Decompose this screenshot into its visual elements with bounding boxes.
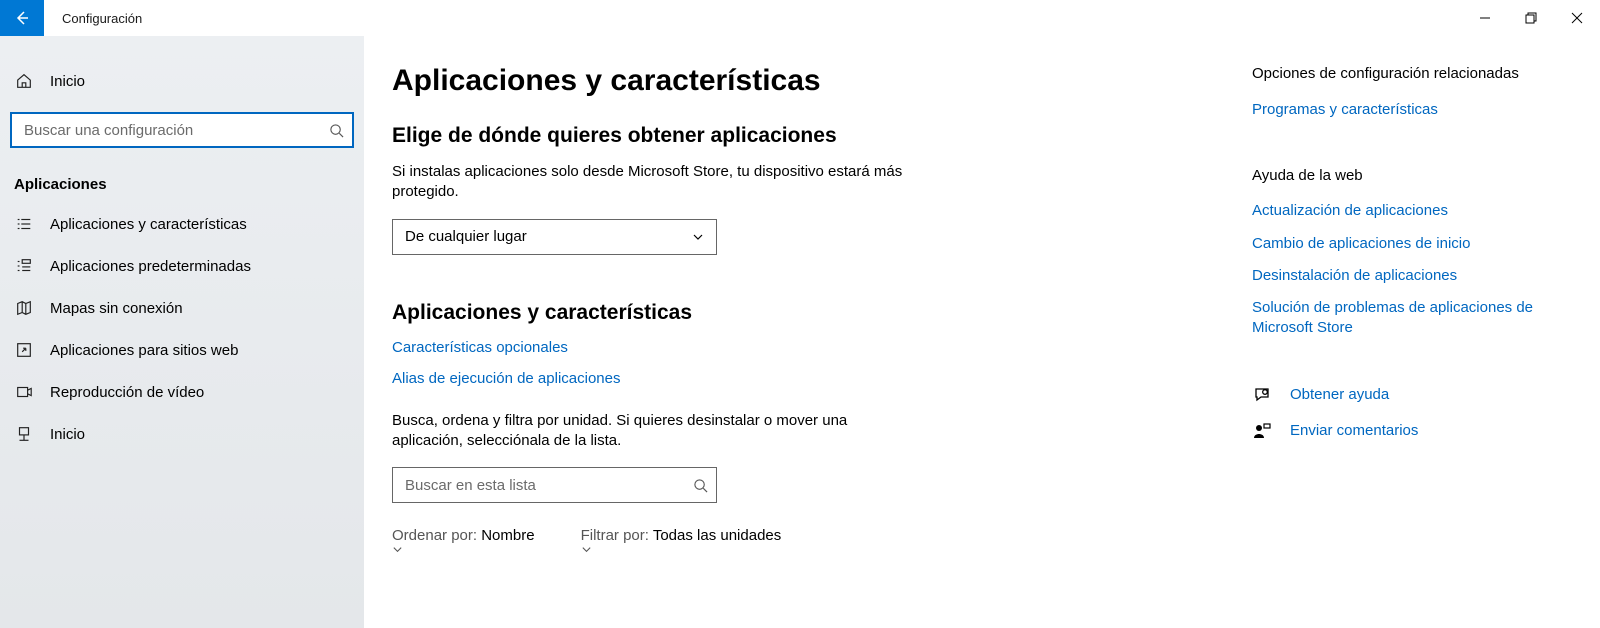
sidebar-item-default-apps[interactable]: Aplicaciones predeterminadas bbox=[0, 245, 364, 287]
list-icon bbox=[14, 214, 34, 234]
sidebar-item-label: Reproducción de vídeo bbox=[50, 384, 204, 401]
maximize-button[interactable] bbox=[1508, 0, 1554, 36]
get-help-link[interactable]: Obtener ayuda bbox=[1252, 385, 1552, 405]
search-body: Busca, ordena y filtra por unidad. Si qu… bbox=[392, 411, 912, 452]
startup-icon bbox=[14, 424, 34, 444]
sidebar-item-label: Aplicaciones para sitios web bbox=[50, 342, 238, 359]
web-help-link[interactable]: Desinstalación de aplicaciones bbox=[1252, 266, 1552, 286]
web-help-link[interactable]: Solución de problemas de aplicaciones de… bbox=[1252, 298, 1552, 339]
source-body: Si instalas aplicaciones solo desde Micr… bbox=[392, 162, 932, 203]
video-icon bbox=[14, 382, 34, 402]
search-input[interactable] bbox=[12, 114, 352, 146]
content: Inicio Aplicaciones Aplicaciones y carac… bbox=[0, 36, 1600, 628]
search-icon bbox=[693, 478, 708, 493]
sort-filter-row: Ordenar por: Nombre Filtrar por: Todas l… bbox=[392, 527, 1232, 555]
support-group: Obtener ayuda Enviar comentarios bbox=[1252, 385, 1552, 441]
web-help-group: Ayuda de la web Actualización de aplicac… bbox=[1252, 166, 1552, 339]
execution-alias-link[interactable]: Alias de ejecución de aplicaciones bbox=[392, 370, 1232, 387]
sidebar-item-apps-features[interactable]: Aplicaciones y características bbox=[0, 203, 364, 245]
sort-label: Ordenar por: bbox=[392, 527, 477, 544]
sidebar-home-label: Inicio bbox=[50, 73, 85, 90]
map-icon bbox=[14, 298, 34, 318]
app-source-value: De cualquier lugar bbox=[405, 228, 527, 245]
page-title: Aplicaciones y características bbox=[392, 64, 1232, 98]
web-help-link[interactable]: Actualización de aplicaciones bbox=[1252, 201, 1552, 221]
sidebar-item-video-playback[interactable]: Reproducción de vídeo bbox=[0, 371, 364, 413]
sidebar-item-label: Inicio bbox=[50, 426, 85, 443]
maximize-icon bbox=[1525, 12, 1537, 24]
sidebar-item-label: Mapas sin conexión bbox=[50, 300, 183, 317]
close-icon bbox=[1571, 12, 1583, 24]
defaults-icon bbox=[14, 256, 34, 276]
search-icon bbox=[329, 123, 344, 138]
main: Aplicaciones y características Elige de … bbox=[364, 36, 1600, 628]
sort-dropdown[interactable]: Ordenar por: Nombre bbox=[392, 527, 541, 555]
sidebar-item-label: Aplicaciones predeterminadas bbox=[50, 258, 251, 275]
optional-features-link[interactable]: Características opcionales bbox=[392, 339, 1232, 356]
filter-label: Filtrar por: bbox=[581, 527, 649, 544]
get-help-label: Obtener ayuda bbox=[1290, 386, 1389, 403]
sidebar-section-label: Aplicaciones bbox=[0, 158, 364, 203]
sidebar-item-apps-for-websites[interactable]: Aplicaciones para sitios web bbox=[0, 329, 364, 371]
filter-value: Todas las unidades bbox=[653, 527, 781, 544]
sidebar-home[interactable]: Inicio bbox=[0, 60, 364, 102]
open-in-icon bbox=[14, 340, 34, 360]
home-icon bbox=[14, 71, 34, 91]
person-feedback-icon bbox=[1252, 421, 1272, 441]
sidebar-item-startup[interactable]: Inicio bbox=[0, 413, 364, 455]
related-heading: Opciones de configuración relacionadas bbox=[1252, 64, 1552, 84]
chevron-down-icon bbox=[692, 231, 704, 243]
main-right: Opciones de configuración relacionadas P… bbox=[1232, 64, 1552, 628]
filter-dropdown[interactable]: Filtrar por: Todas las unidades bbox=[581, 527, 788, 555]
source-heading: Elige de dónde quieres obtener aplicacio… bbox=[392, 124, 1232, 148]
list-search[interactable] bbox=[392, 467, 717, 503]
window-controls bbox=[1462, 0, 1600, 36]
back-button[interactable] bbox=[0, 0, 44, 36]
chevron-down-icon bbox=[392, 544, 541, 555]
sidebar-item-offline-maps[interactable]: Mapas sin conexión bbox=[0, 287, 364, 329]
app-source-select[interactable]: De cualquier lugar bbox=[392, 219, 717, 255]
sidebar-search[interactable] bbox=[10, 112, 354, 148]
sidebar: Inicio Aplicaciones Aplicaciones y carac… bbox=[0, 36, 364, 628]
sidebar-item-label: Aplicaciones y características bbox=[50, 216, 247, 233]
programs-features-link[interactable]: Programas y características bbox=[1252, 100, 1552, 120]
sort-value: Nombre bbox=[481, 527, 534, 544]
web-help-heading: Ayuda de la web bbox=[1252, 166, 1552, 186]
main-left: Aplicaciones y características Elige de … bbox=[392, 64, 1232, 628]
sidebar-search-wrap bbox=[0, 102, 364, 158]
titlebar-left: Configuración bbox=[0, 0, 142, 36]
window-title: Configuración bbox=[44, 11, 142, 26]
feedback-link[interactable]: Enviar comentarios bbox=[1252, 421, 1552, 441]
close-button[interactable] bbox=[1554, 0, 1600, 36]
web-help-link[interactable]: Cambio de aplicaciones de inicio bbox=[1252, 234, 1552, 254]
apps-heading: Aplicaciones y características bbox=[392, 301, 1232, 325]
list-search-input[interactable] bbox=[393, 477, 716, 494]
minimize-button[interactable] bbox=[1462, 0, 1508, 36]
related-group: Opciones de configuración relacionadas P… bbox=[1252, 64, 1552, 120]
titlebar: Configuración bbox=[0, 0, 1600, 36]
minimize-icon bbox=[1479, 12, 1491, 24]
arrow-left-icon bbox=[14, 10, 30, 26]
chat-help-icon bbox=[1252, 385, 1272, 405]
feedback-label: Enviar comentarios bbox=[1290, 422, 1418, 439]
chevron-down-icon bbox=[581, 544, 788, 555]
